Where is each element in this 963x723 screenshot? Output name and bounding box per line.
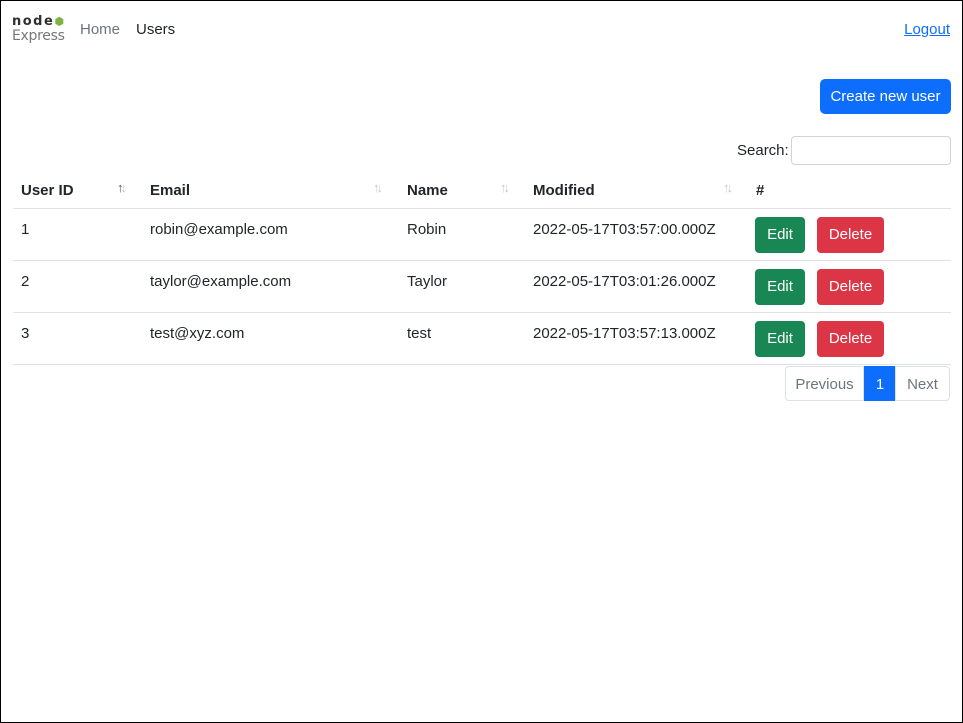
- delete-button[interactable]: Delete: [817, 321, 884, 357]
- sort-arrows-icon[interactable]: ↑↓: [373, 180, 383, 195]
- table-row: 1 robin@example.com Robin 2022-05-17T03:…: [13, 209, 951, 261]
- navbar: node⬢ Express Home Users Logout: [12, 13, 950, 47]
- cell-modified: 2022-05-17T03:01:26.000Z: [533, 273, 716, 290]
- cell-email: robin@example.com: [150, 221, 288, 238]
- search-label: Search:: [737, 142, 789, 159]
- table-row: 3 test@xyz.com test 2022-05-17T03:57:13.…: [13, 313, 951, 365]
- delete-button[interactable]: Delete: [817, 269, 884, 305]
- cell-name: Robin: [407, 221, 447, 238]
- header-name[interactable]: Name: [407, 182, 448, 199]
- node-express-logo[interactable]: node⬢ Express: [12, 15, 68, 45]
- page-1-button[interactable]: 1: [864, 366, 896, 401]
- header-user-id[interactable]: User ID: [21, 182, 74, 199]
- edit-button[interactable]: Edit: [755, 217, 805, 253]
- header-email[interactable]: Email: [150, 182, 190, 199]
- sort-arrows-icon[interactable]: ↑↓: [500, 180, 510, 195]
- cell-name: Taylor: [407, 273, 448, 290]
- cell-user-id: 3: [21, 325, 30, 342]
- create-new-user-button[interactable]: Create new user: [820, 79, 951, 114]
- cell-user-id: 1: [21, 221, 30, 238]
- nav-users-link[interactable]: Users: [136, 21, 175, 38]
- next-page-button[interactable]: Next: [895, 366, 950, 401]
- sort-arrows-icon[interactable]: ↑↓: [117, 180, 127, 195]
- nav-home-link[interactable]: Home: [80, 21, 120, 38]
- header-modified[interactable]: Modified: [533, 182, 595, 199]
- edit-button[interactable]: Edit: [755, 321, 805, 357]
- hexagon-icon: ⬢: [54, 15, 66, 28]
- browser-viewport: node⬢ Express Home Users Logout Create n…: [0, 0, 963, 723]
- logo-node-text: node⬢: [12, 14, 66, 29]
- edit-button[interactable]: Edit: [755, 269, 805, 305]
- header-actions: #: [756, 182, 765, 199]
- previous-page-button[interactable]: Previous: [785, 366, 864, 401]
- cell-modified: 2022-05-17T03:57:00.000Z: [533, 221, 716, 238]
- logo-express-text: Express: [12, 28, 65, 44]
- delete-button[interactable]: Delete: [817, 217, 884, 253]
- users-table: User ID ↑↓ Email ↑↓ Name ↑↓ Modified ↑↓ …: [13, 174, 951, 365]
- sort-arrows-icon[interactable]: ↑↓: [723, 180, 733, 195]
- pagination: Previous 1 Next: [785, 366, 950, 401]
- search-input[interactable]: [791, 136, 951, 165]
- cell-modified: 2022-05-17T03:57:13.000Z: [533, 325, 716, 342]
- table-row: 2 taylor@example.com Taylor 2022-05-17T0…: [13, 261, 951, 313]
- table-header: User ID ↑↓ Email ↑↓ Name ↑↓ Modified ↑↓ …: [13, 174, 951, 209]
- cell-email: test@xyz.com: [150, 325, 245, 342]
- logout-link[interactable]: Logout: [904, 21, 950, 38]
- cell-name: test: [407, 325, 432, 342]
- cell-email: taylor@example.com: [150, 273, 292, 290]
- cell-user-id: 2: [21, 273, 30, 290]
